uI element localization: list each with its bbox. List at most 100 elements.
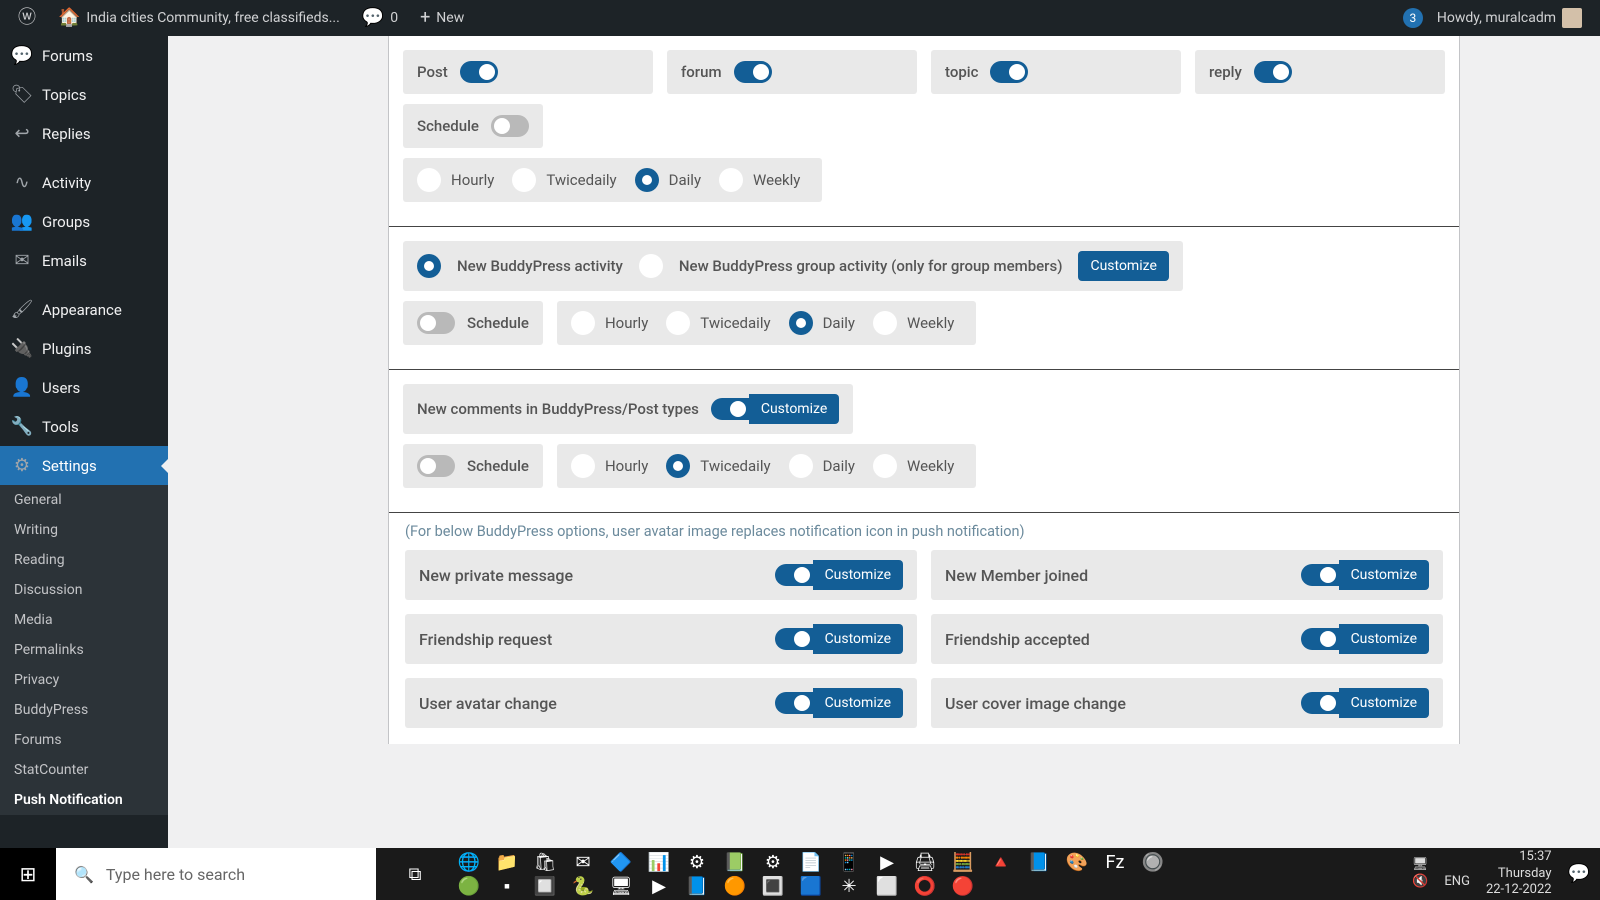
submenu-item[interactable]: Forums xyxy=(0,725,168,755)
paint-icon[interactable]: 🎨 xyxy=(1062,851,1092,873)
explorer-icon[interactable]: 📁 xyxy=(492,851,522,873)
sidebar-item-settings[interactable]: ⚙Settings xyxy=(0,446,168,485)
card-toggle[interactable] xyxy=(1301,628,1339,650)
settings-icon[interactable]: ⚙ xyxy=(682,851,712,873)
submenu-item[interactable]: Push Notification xyxy=(0,785,168,815)
submenu-item[interactable]: Privacy xyxy=(0,665,168,695)
submenu-item[interactable]: StatCounter xyxy=(0,755,168,785)
app3-icon[interactable]: ⚙ xyxy=(758,851,788,873)
customize-button[interactable]: Customize xyxy=(1078,251,1168,281)
radio-weekly[interactable] xyxy=(873,454,897,478)
customize-button-3[interactable]: Customize xyxy=(749,394,839,424)
card-toggle[interactable] xyxy=(1301,692,1339,714)
content-scroll[interactable]: Postforumtopicreply Schedule HourlyTwice… xyxy=(168,36,1600,848)
submenu-item[interactable]: Media xyxy=(0,605,168,635)
radio-twicedaily[interactable] xyxy=(666,454,690,478)
radio-twicedaily[interactable] xyxy=(666,311,690,335)
radio-twicedaily[interactable] xyxy=(512,168,536,192)
radio-weekly[interactable] xyxy=(873,311,897,335)
card-toggle[interactable] xyxy=(775,564,813,586)
app7-icon[interactable]: 🔘 xyxy=(1138,851,1168,873)
topic-toggle[interactable] xyxy=(990,61,1028,83)
schedule-toggle-3[interactable] xyxy=(417,455,455,477)
reply-toggle[interactable] xyxy=(1254,61,1292,83)
radio-new-bp-group-activity[interactable] xyxy=(639,254,663,278)
action-center-icon[interactable]: 💬 xyxy=(1568,863,1590,884)
card-toggle[interactable] xyxy=(1301,564,1339,586)
customize-button[interactable]: Customize xyxy=(1339,688,1429,718)
tray-time[interactable]: 15:37 xyxy=(1486,849,1552,866)
customize-button[interactable]: Customize xyxy=(813,624,903,654)
app6-icon[interactable]: 🖨 xyxy=(910,851,940,873)
submenu-item[interactable]: BuddyPress xyxy=(0,695,168,725)
search-box[interactable]: 🔍 Type here to search xyxy=(56,848,376,900)
submenu-item[interactable]: Writing xyxy=(0,515,168,545)
radio-daily[interactable] xyxy=(635,168,659,192)
app15-icon[interactable]: ⭕ xyxy=(910,875,940,897)
new-content[interactable]: + New xyxy=(412,0,472,36)
app8-icon[interactable]: 🔲 xyxy=(530,875,560,897)
edge-icon[interactable]: 🌐 xyxy=(454,851,484,873)
schedule-toggle[interactable] xyxy=(491,115,529,137)
powershell-icon[interactable]: ▶ xyxy=(644,875,674,897)
start-button[interactable]: ⊞ xyxy=(0,848,56,900)
tray-net-icon[interactable]: 🖥 xyxy=(1412,857,1429,874)
tray-mute-icon[interactable]: 🔇 xyxy=(1412,874,1429,891)
new-comments-toggle[interactable] xyxy=(711,398,749,420)
app10-icon[interactable]: 🖥 xyxy=(606,875,636,897)
app4-icon[interactable]: 📄 xyxy=(796,851,826,873)
customize-button[interactable]: Customize xyxy=(813,560,903,590)
schedule-toggle-2[interactable] xyxy=(417,312,455,334)
filezilla-icon[interactable]: Fz xyxy=(1100,851,1130,873)
app11-icon[interactable]: 🔳 xyxy=(758,875,788,897)
customize-button[interactable]: Customize xyxy=(1339,624,1429,654)
customize-button[interactable]: Customize xyxy=(1339,560,1429,590)
wp-logo[interactable]: ⓦ xyxy=(10,0,44,36)
app9-icon[interactable]: 🐍 xyxy=(568,875,598,897)
ubuntu-icon[interactable]: 🟠 xyxy=(720,875,750,897)
app2-icon[interactable]: 📊 xyxy=(644,851,674,873)
sidebar-item-emails[interactable]: ✉Emails xyxy=(0,241,168,280)
tray-lang[interactable]: ENG xyxy=(1444,874,1470,891)
radio-new-bp-activity[interactable] xyxy=(417,254,441,278)
excel-icon[interactable]: 📗 xyxy=(720,851,750,873)
sidebar-item-plugins[interactable]: 🔌Plugins xyxy=(0,329,168,368)
chrome-icon[interactable]: 🟢 xyxy=(454,875,484,897)
sidebar-item-groups[interactable]: 👥Groups xyxy=(0,202,168,241)
radio-hourly[interactable] xyxy=(571,311,595,335)
card-toggle[interactable] xyxy=(775,692,813,714)
sidebar-item-replies[interactable]: ↩Replies xyxy=(0,114,168,153)
updates-badge[interactable]: 3 xyxy=(1403,8,1423,28)
calc-icon[interactable]: 🧮 xyxy=(948,851,978,873)
app12-icon[interactable]: 🟦 xyxy=(796,875,826,897)
mail-icon[interactable]: ✉ xyxy=(568,851,598,873)
site-link[interactable]: 🏠 India cities Community, free classifie… xyxy=(50,0,348,36)
sidebar-item-activity[interactable]: ∿Activity xyxy=(0,163,168,202)
app13-icon[interactable]: ✳ xyxy=(834,875,864,897)
app5-icon[interactable]: 📱 xyxy=(834,851,864,873)
app14-icon[interactable]: ⬜ xyxy=(872,875,902,897)
sidebar-item-tools[interactable]: 🔧Tools xyxy=(0,407,168,446)
submenu-item[interactable]: Reading xyxy=(0,545,168,575)
submenu-item[interactable]: General xyxy=(0,485,168,515)
radio-weekly[interactable] xyxy=(719,168,743,192)
submenu-item[interactable]: Permalinks xyxy=(0,635,168,665)
sidebar-item-forums[interactable]: 💬Forums xyxy=(0,36,168,75)
store-icon[interactable]: 🛍 xyxy=(530,851,560,873)
radio-hourly[interactable] xyxy=(417,168,441,192)
radio-daily[interactable] xyxy=(789,311,813,335)
word-icon[interactable]: 📘 xyxy=(1024,851,1054,873)
radio-hourly[interactable] xyxy=(571,454,595,478)
sidebar-item-topics[interactable]: 🏷Topics xyxy=(0,75,168,114)
sidebar-item-appearance[interactable]: 🖌Appearance xyxy=(0,290,168,329)
task-view-icon[interactable]: ⧉ xyxy=(400,863,430,885)
terminal-icon[interactable]: ▪ xyxy=(492,875,522,897)
wmp-icon[interactable]: ▶ xyxy=(872,851,902,873)
my-account[interactable]: Howdy, muralcadm xyxy=(1429,0,1590,36)
vlc-icon[interactable]: 🔺 xyxy=(986,851,1016,873)
forum-toggle[interactable] xyxy=(734,61,772,83)
radio-daily[interactable] xyxy=(789,454,813,478)
post-toggle[interactable] xyxy=(460,61,498,83)
vscode-icon[interactable]: 📘 xyxy=(682,875,712,897)
submenu-item[interactable]: Discussion xyxy=(0,575,168,605)
